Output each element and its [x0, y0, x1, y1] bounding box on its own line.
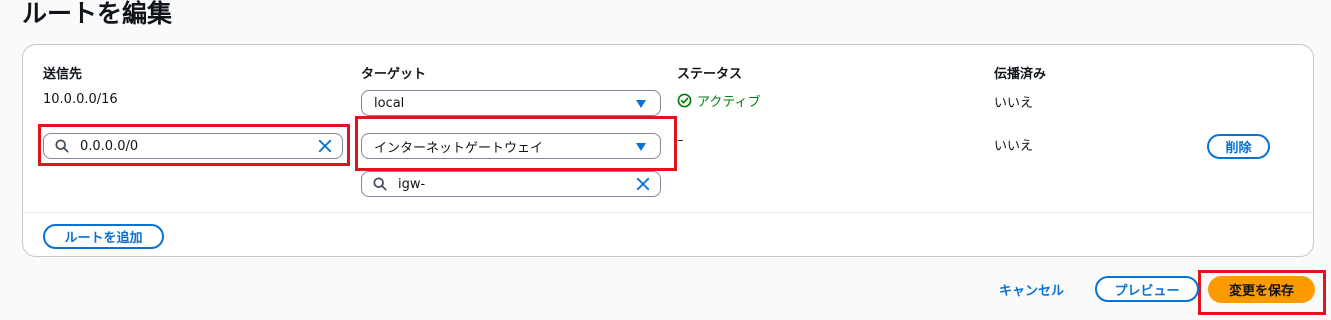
- add-route-button[interactable]: ルートを追加: [43, 224, 164, 249]
- check-circle-icon: [677, 93, 692, 108]
- row2-target-filter-input[interactable]: igw-: [361, 171, 661, 197]
- cancel-button[interactable]: キャンセル: [999, 280, 1064, 299]
- search-icon: [55, 139, 69, 153]
- row2-target-filter-value: igw-: [398, 177, 426, 192]
- page-title: ルートを編集: [22, 0, 173, 28]
- preview-button[interactable]: プレビュー: [1095, 276, 1199, 302]
- column-header-propagated: 伝播済み: [994, 67, 1047, 82]
- row2-destination-value: 0.0.0.0/0: [80, 139, 139, 154]
- row1-status: アクティブ: [677, 91, 761, 110]
- row2-target-select[interactable]: インターネットゲートウェイ: [361, 133, 661, 159]
- row1-target-select[interactable]: local: [361, 90, 661, 116]
- row1-destination: 10.0.0.0/16: [43, 92, 118, 107]
- row2-destination-input[interactable]: 0.0.0.0/0: [43, 133, 343, 159]
- close-icon[interactable]: [636, 177, 650, 191]
- column-header-destination: 送信先: [43, 67, 83, 82]
- row2-status: –: [677, 133, 684, 148]
- caret-down-icon: [636, 100, 646, 108]
- row1-propagated: いいえ: [994, 96, 1034, 111]
- routes-table: 送信先 ターゲット ステータス 伝播済み 10.0.0.0/16 local ア…: [22, 44, 1314, 257]
- row1-target-value: local: [374, 95, 405, 111]
- column-header-target: ターゲット: [361, 67, 427, 82]
- search-icon: [373, 177, 387, 191]
- column-header-status: ステータス: [677, 67, 743, 82]
- row1-status-label: アクティブ: [697, 95, 761, 110]
- caret-down-icon: [636, 143, 646, 151]
- divider: [23, 212, 1313, 213]
- remove-route-button[interactable]: 削除: [1207, 134, 1270, 159]
- save-changes-button[interactable]: 変更を保存: [1208, 276, 1315, 303]
- row2-propagated: いいえ: [994, 139, 1034, 154]
- row2-target-value: インターネットゲートウェイ: [374, 140, 544, 156]
- close-icon[interactable]: [318, 139, 332, 153]
